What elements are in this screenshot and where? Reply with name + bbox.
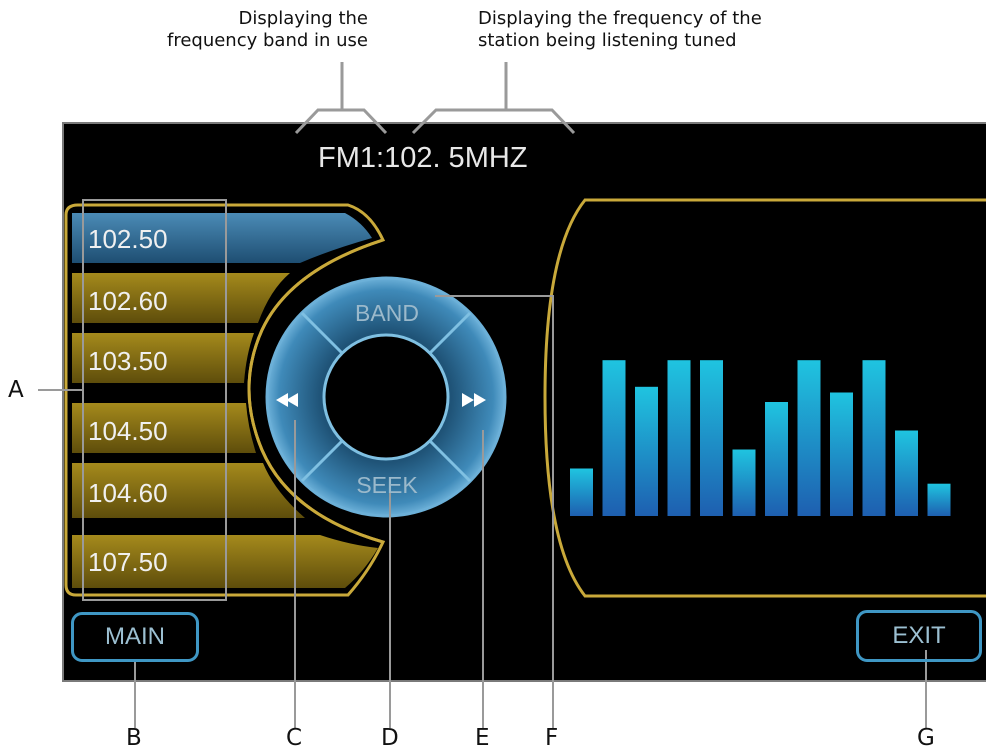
band-bracket xyxy=(294,62,388,135)
callout-f: F xyxy=(545,725,559,751)
band-text: FM1 xyxy=(318,142,376,174)
equalizer-bar xyxy=(765,402,788,516)
preset-item-3[interactable]: 103.50 xyxy=(88,343,248,379)
equalizer-bar xyxy=(797,360,821,516)
equalizer xyxy=(570,360,951,516)
band-button[interactable]: BAND xyxy=(332,300,442,327)
preset-item-1[interactable]: 102.50 xyxy=(88,221,248,257)
callout-g: G xyxy=(917,725,935,751)
preset-item-6[interactable]: 107.50 xyxy=(88,544,248,580)
preset-item-2[interactable]: 102.60 xyxy=(88,283,248,319)
equalizer-bar xyxy=(830,392,853,516)
callout-b: B xyxy=(126,725,142,751)
main-button[interactable]: MAIN xyxy=(71,612,199,662)
exit-button[interactable]: EXIT xyxy=(856,610,982,662)
equalizer-bar xyxy=(570,468,593,516)
equalizer-bar xyxy=(895,430,918,516)
equalizer-bar xyxy=(732,449,756,516)
separator-text: : xyxy=(376,142,385,174)
preset-item-5[interactable]: 104.60 xyxy=(88,475,248,511)
equalizer-bar xyxy=(862,360,886,516)
equalizer-bar xyxy=(700,360,723,516)
frequency-text: 102. 5MHZ xyxy=(384,142,528,174)
preset-item-4[interactable]: 104.50 xyxy=(88,413,248,449)
callout-e: E xyxy=(475,725,490,751)
frequency-bracket xyxy=(411,62,576,135)
seek-button[interactable]: SEEK xyxy=(332,472,442,499)
equalizer-bar xyxy=(927,483,951,516)
equalizer-bar xyxy=(602,360,626,516)
frequency-display: FM1:102. 5MHZ xyxy=(318,142,528,175)
callout-d: D xyxy=(381,725,399,751)
callout-a: A xyxy=(8,377,24,403)
equalizer-bar xyxy=(667,360,691,516)
equalizer-bar xyxy=(635,386,658,516)
callout-c: C xyxy=(286,725,303,751)
